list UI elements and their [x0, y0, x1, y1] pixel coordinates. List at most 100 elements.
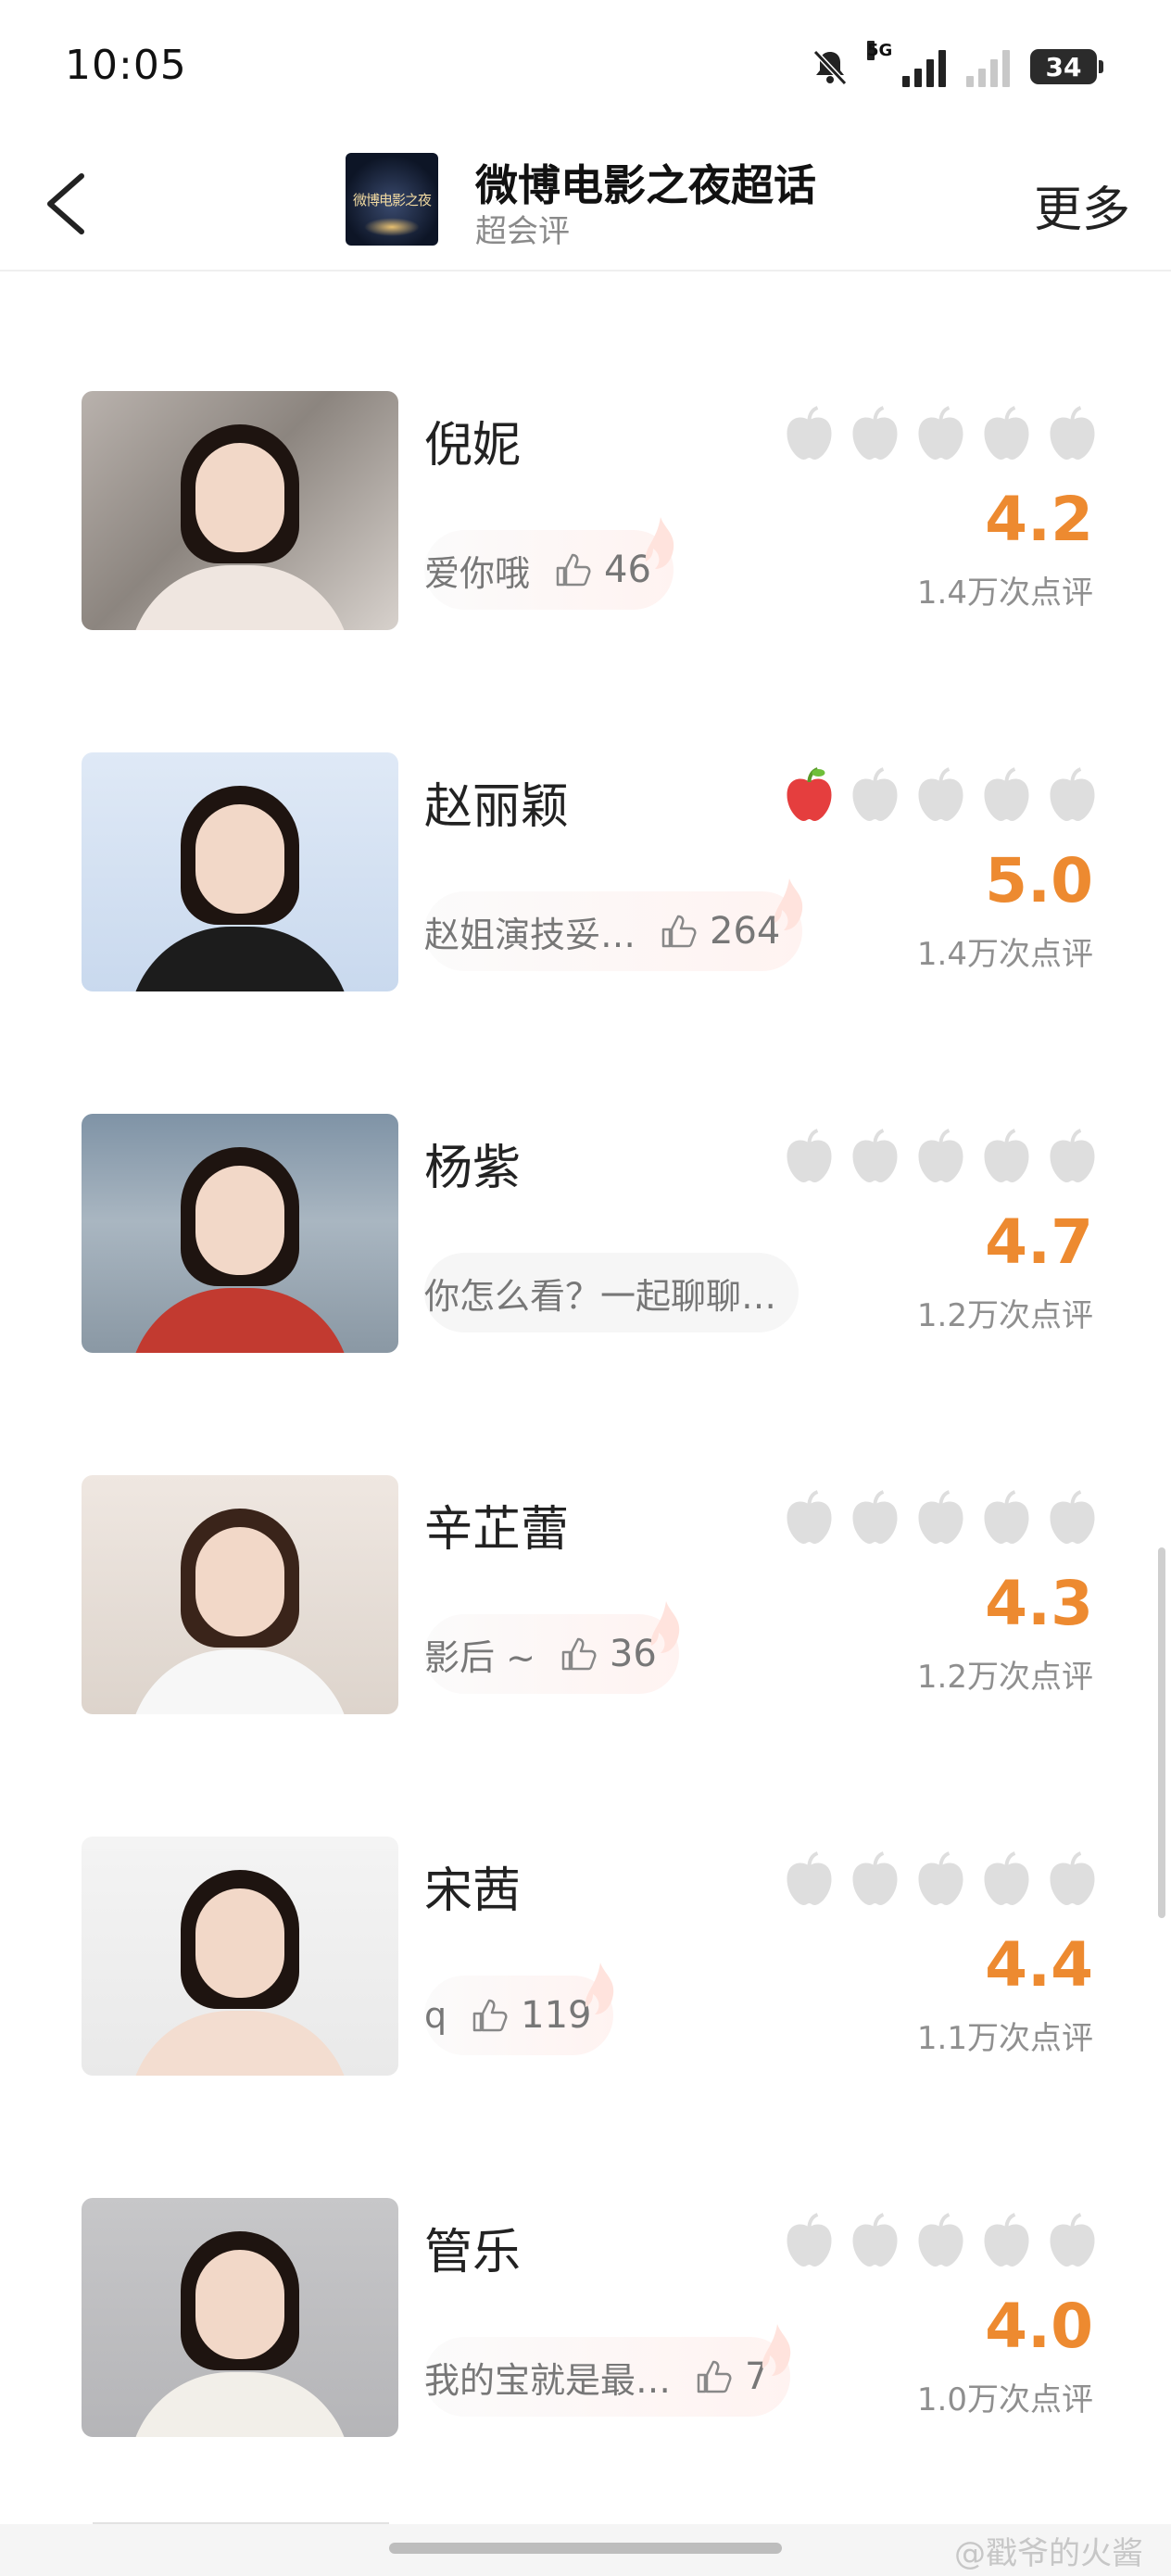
apple-icon[interactable]: [781, 1127, 837, 1186]
apple-icon[interactable]: [978, 1850, 1035, 1909]
apple-icon[interactable]: [1044, 2211, 1101, 2270]
like-button[interactable]: 7: [695, 2355, 768, 2398]
review-count: 1.1万次点评: [916, 2020, 1093, 2057]
score: 5.0: [985, 845, 1093, 916]
flame-icon: [762, 2324, 791, 2376]
topic-logo-text: 微博电影之夜: [353, 192, 432, 208]
thumbs-up-icon: [472, 1999, 508, 2032]
score: 4.2: [985, 484, 1093, 555]
person-name: 杨紫: [424, 1141, 522, 1196]
score: 4.4: [985, 1929, 1093, 2001]
apple-rating[interactable]: [781, 1127, 1101, 1186]
apple-icon[interactable]: [1044, 1127, 1101, 1186]
score: 4.0: [985, 2291, 1093, 2362]
apple-icon[interactable]: [847, 1127, 903, 1186]
battery-icon: 34: [1030, 49, 1103, 84]
apple-icon[interactable]: [913, 765, 969, 825]
apple-icon[interactable]: [847, 1850, 903, 1909]
home-indicator[interactable]: [389, 2543, 782, 2554]
avatar: [82, 752, 398, 991]
avatar: [82, 1475, 398, 1714]
avatar: [82, 1114, 398, 1353]
top-comment[interactable]: 影后 ~ 36: [424, 1601, 680, 1694]
list-item[interactable]: 杨紫 你怎么看？一起聊聊… 4.7 1.2万次点评: [0, 1114, 1171, 1355]
apple-icon[interactable]: [978, 2211, 1035, 2270]
apple-icon[interactable]: [913, 2211, 969, 2270]
apple-icon[interactable]: [978, 765, 1035, 825]
apple-icon[interactable]: [913, 1127, 969, 1186]
top-comment[interactable]: 我的宝就是最… 7: [424, 2324, 791, 2417]
like-button[interactable]: 46: [554, 549, 651, 591]
scrollbar-thumb[interactable]: [1158, 1547, 1165, 1918]
signal-secondary-icon: [966, 46, 1010, 87]
person-name: 赵丽颖: [424, 779, 570, 835]
apple-icon[interactable]: [913, 1488, 969, 1547]
back-arrow-icon[interactable]: [37, 167, 102, 241]
apple-icon[interactable]: [847, 404, 903, 463]
list-item[interactable]: 辛芷蕾 影后 ~ 36 4.3 1.2万次点评: [0, 1475, 1171, 1716]
review-count: 1.4万次点评: [916, 575, 1093, 612]
topic-title[interactable]: 微博电影之夜超话: [475, 152, 816, 213]
apple-icon[interactable]: [1044, 1850, 1101, 1909]
like-button[interactable]: 119: [471, 1994, 591, 2037]
apple-rating[interactable]: [781, 2211, 1101, 2270]
flame-icon: [645, 517, 674, 569]
apple-icon[interactable]: [913, 404, 969, 463]
list-item[interactable]: 管乐 我的宝就是最… 7 4.0 1.0万次点评: [0, 2198, 1171, 2439]
review-count: 1.2万次点评: [916, 1297, 1093, 1334]
apple-rating[interactable]: [781, 404, 1101, 463]
apple-icon[interactable]: [978, 1488, 1035, 1547]
signal-5g-icon: 5G: [867, 41, 946, 87]
like-count: 119: [521, 1994, 592, 2037]
flame-icon: [586, 1963, 614, 2014]
avatar: [82, 1837, 398, 2076]
apple-icon[interactable]: [781, 1488, 837, 1547]
list-item[interactable]: 宋茜 q 119 4.4 1.1万次点评: [0, 1837, 1171, 2077]
apple-icon[interactable]: [781, 404, 837, 463]
person-name: 辛芷蕾: [424, 1502, 570, 1558]
divider: [93, 2522, 389, 2524]
comment-text: 影后 ~: [424, 1636, 535, 1678]
apple-rating[interactable]: [781, 1850, 1101, 1909]
comment-text: q: [424, 1995, 447, 2036]
apple-rating[interactable]: [781, 1488, 1101, 1547]
apple-icon[interactable]: [847, 765, 903, 825]
apple-icon[interactable]: [781, 1850, 837, 1909]
comment-text: 赵姐演技妥…: [424, 914, 636, 955]
topic-subtitle: 超会评: [475, 213, 570, 250]
mute-bell-icon: [812, 49, 848, 86]
apple-icon[interactable]: [847, 2211, 903, 2270]
avatar: [82, 391, 398, 630]
apple-icon[interactable]: [781, 765, 837, 825]
apple-icon[interactable]: [847, 1488, 903, 1547]
status-bar: 10:05 5G 34: [0, 0, 1171, 139]
apple-icon[interactable]: [1044, 765, 1101, 825]
apple-icon[interactable]: [781, 2211, 837, 2270]
review-count: 1.0万次点评: [916, 2381, 1093, 2418]
person-name: 倪妮: [424, 418, 522, 474]
review-count: 1.2万次点评: [916, 1659, 1093, 1696]
like-button[interactable]: 36: [560, 1633, 657, 1675]
apple-icon[interactable]: [978, 404, 1035, 463]
top-comment[interactable]: q 119: [424, 1963, 614, 2055]
thumbs-up-icon: [661, 915, 697, 948]
list-item[interactable]: 倪妮 爱你哦 46 4.2 1.4万次点评: [0, 391, 1171, 632]
watermark: @戳爷的火酱: [954, 2535, 1143, 2572]
discussion-prompt[interactable]: 你怎么看？一起聊聊…: [424, 1253, 800, 1332]
apple-icon[interactable]: [1044, 404, 1101, 463]
apple-icon[interactable]: [1044, 1488, 1101, 1547]
apple-icon[interactable]: [913, 1850, 969, 1909]
person-name: 管乐: [424, 2225, 522, 2280]
like-button[interactable]: 264: [660, 910, 780, 953]
apple-icon[interactable]: [978, 1127, 1035, 1186]
topic-logo[interactable]: 微博电影之夜: [346, 153, 438, 246]
thumbs-up-icon: [556, 553, 591, 587]
top-comment[interactable]: 爱你哦 46: [424, 517, 674, 610]
apple-rating[interactable]: [781, 765, 1101, 825]
top-comment[interactable]: 赵姐演技妥… 264: [424, 878, 803, 971]
more-button[interactable]: 更多: [1034, 170, 1130, 240]
list-item[interactable]: 赵丽颖 赵姐演技妥… 264 5.0 1.4万次点评: [0, 752, 1171, 993]
avatar: [82, 2198, 398, 2437]
score: 4.7: [985, 1206, 1093, 1278]
thumbs-up-icon: [561, 1637, 597, 1671]
